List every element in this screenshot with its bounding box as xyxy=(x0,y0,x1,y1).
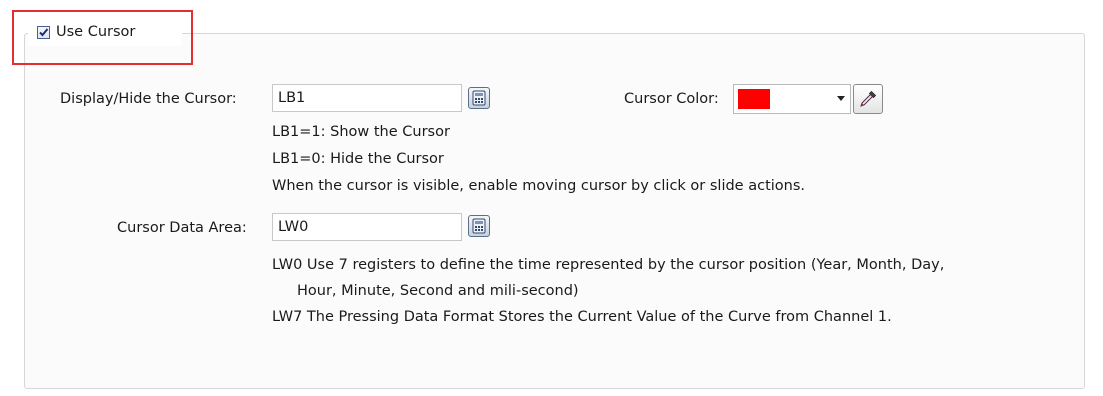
calculator-icon xyxy=(472,218,486,234)
data-area-description-time-cont: Hour, Minute, Second and mili-second) xyxy=(297,283,579,299)
use-cursor-settings-panel: Use Cursor Display/Hide the Cursor: Curs… xyxy=(0,0,1103,396)
display-hide-address-input[interactable] xyxy=(272,84,462,112)
eyedropper-icon xyxy=(860,90,877,107)
cursor-data-area-label: Cursor Data Area: xyxy=(117,220,247,236)
calculator-icon xyxy=(472,90,486,106)
chevron-down-icon xyxy=(837,96,845,101)
annotation-highlight-box xyxy=(12,10,193,65)
display-hide-description-show: LB1=1: Show the Cursor xyxy=(272,124,450,140)
display-hide-label: Display/Hide the Cursor: xyxy=(60,91,237,107)
cursor-data-area-input[interactable] xyxy=(272,213,462,241)
data-area-description-curve: LW7 The Pressing Data Format Stores the … xyxy=(272,309,892,325)
display-hide-description-visible: When the cursor is visible, enable movin… xyxy=(272,178,806,194)
color-picker-button[interactable] xyxy=(853,84,883,114)
display-hide-description-hide: LB1=0: Hide the Cursor xyxy=(272,151,444,167)
cursor-data-area-calculator-button[interactable] xyxy=(468,215,490,237)
data-area-description-time: LW0 Use 7 registers to define the time r… xyxy=(272,257,945,273)
cursor-color-select[interactable] xyxy=(733,84,851,114)
color-swatch xyxy=(738,89,770,109)
display-hide-calculator-button[interactable] xyxy=(468,87,490,109)
cursor-color-label: Cursor Color: xyxy=(624,91,719,107)
